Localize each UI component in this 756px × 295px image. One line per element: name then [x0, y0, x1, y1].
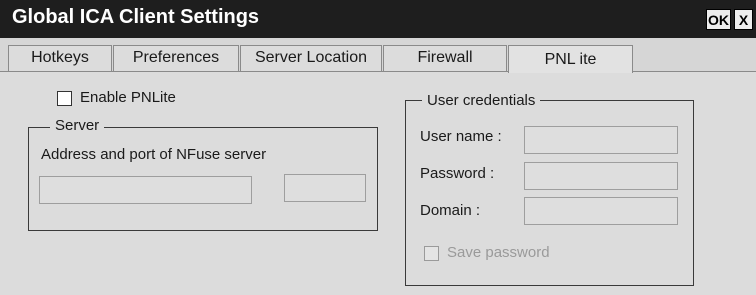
- save-password-checkbox[interactable]: [424, 246, 439, 261]
- window-title: Global ICA Client Settings: [12, 6, 260, 28]
- tab-firewall[interactable]: Firewall: [383, 45, 507, 71]
- enable-pnlite-checkbox[interactable]: [57, 91, 72, 106]
- server-description: Address and port of NFuse server: [41, 146, 267, 163]
- tab-server-location[interactable]: Server Location: [240, 45, 382, 71]
- server-legend: Server: [50, 117, 105, 134]
- tab-hotkeys[interactable]: Hotkeys: [8, 45, 112, 71]
- server-address-input[interactable]: [39, 176, 252, 204]
- tab-preferences[interactable]: Preferences: [113, 45, 239, 71]
- tab-pnlite[interactable]: PNL ite: [508, 45, 633, 73]
- enable-pnlite-label: Enable PNLite: [80, 89, 176, 106]
- title-bar: Global ICA Client Settings OK X: [0, 0, 756, 38]
- close-button[interactable]: X: [734, 9, 753, 30]
- settings-window: Global ICA Client Settings OK X Hotkeys …: [0, 0, 756, 295]
- password-input[interactable]: [524, 162, 678, 190]
- save-password-label: Save password: [447, 244, 550, 261]
- ok-button[interactable]: OK: [706, 9, 731, 30]
- password-label: Password :: [420, 165, 495, 182]
- domain-input[interactable]: [524, 197, 678, 225]
- user-credentials-legend: User credentials: [422, 92, 541, 109]
- username-input[interactable]: [524, 126, 678, 154]
- domain-label: Domain :: [420, 202, 481, 219]
- server-port-input[interactable]: [284, 174, 366, 202]
- pnlite-panel: Enable PNLite Server Address and port of…: [0, 72, 756, 295]
- tab-strip: Hotkeys Preferences Server Location Fire…: [0, 38, 756, 73]
- username-label: User name :: [420, 128, 502, 145]
